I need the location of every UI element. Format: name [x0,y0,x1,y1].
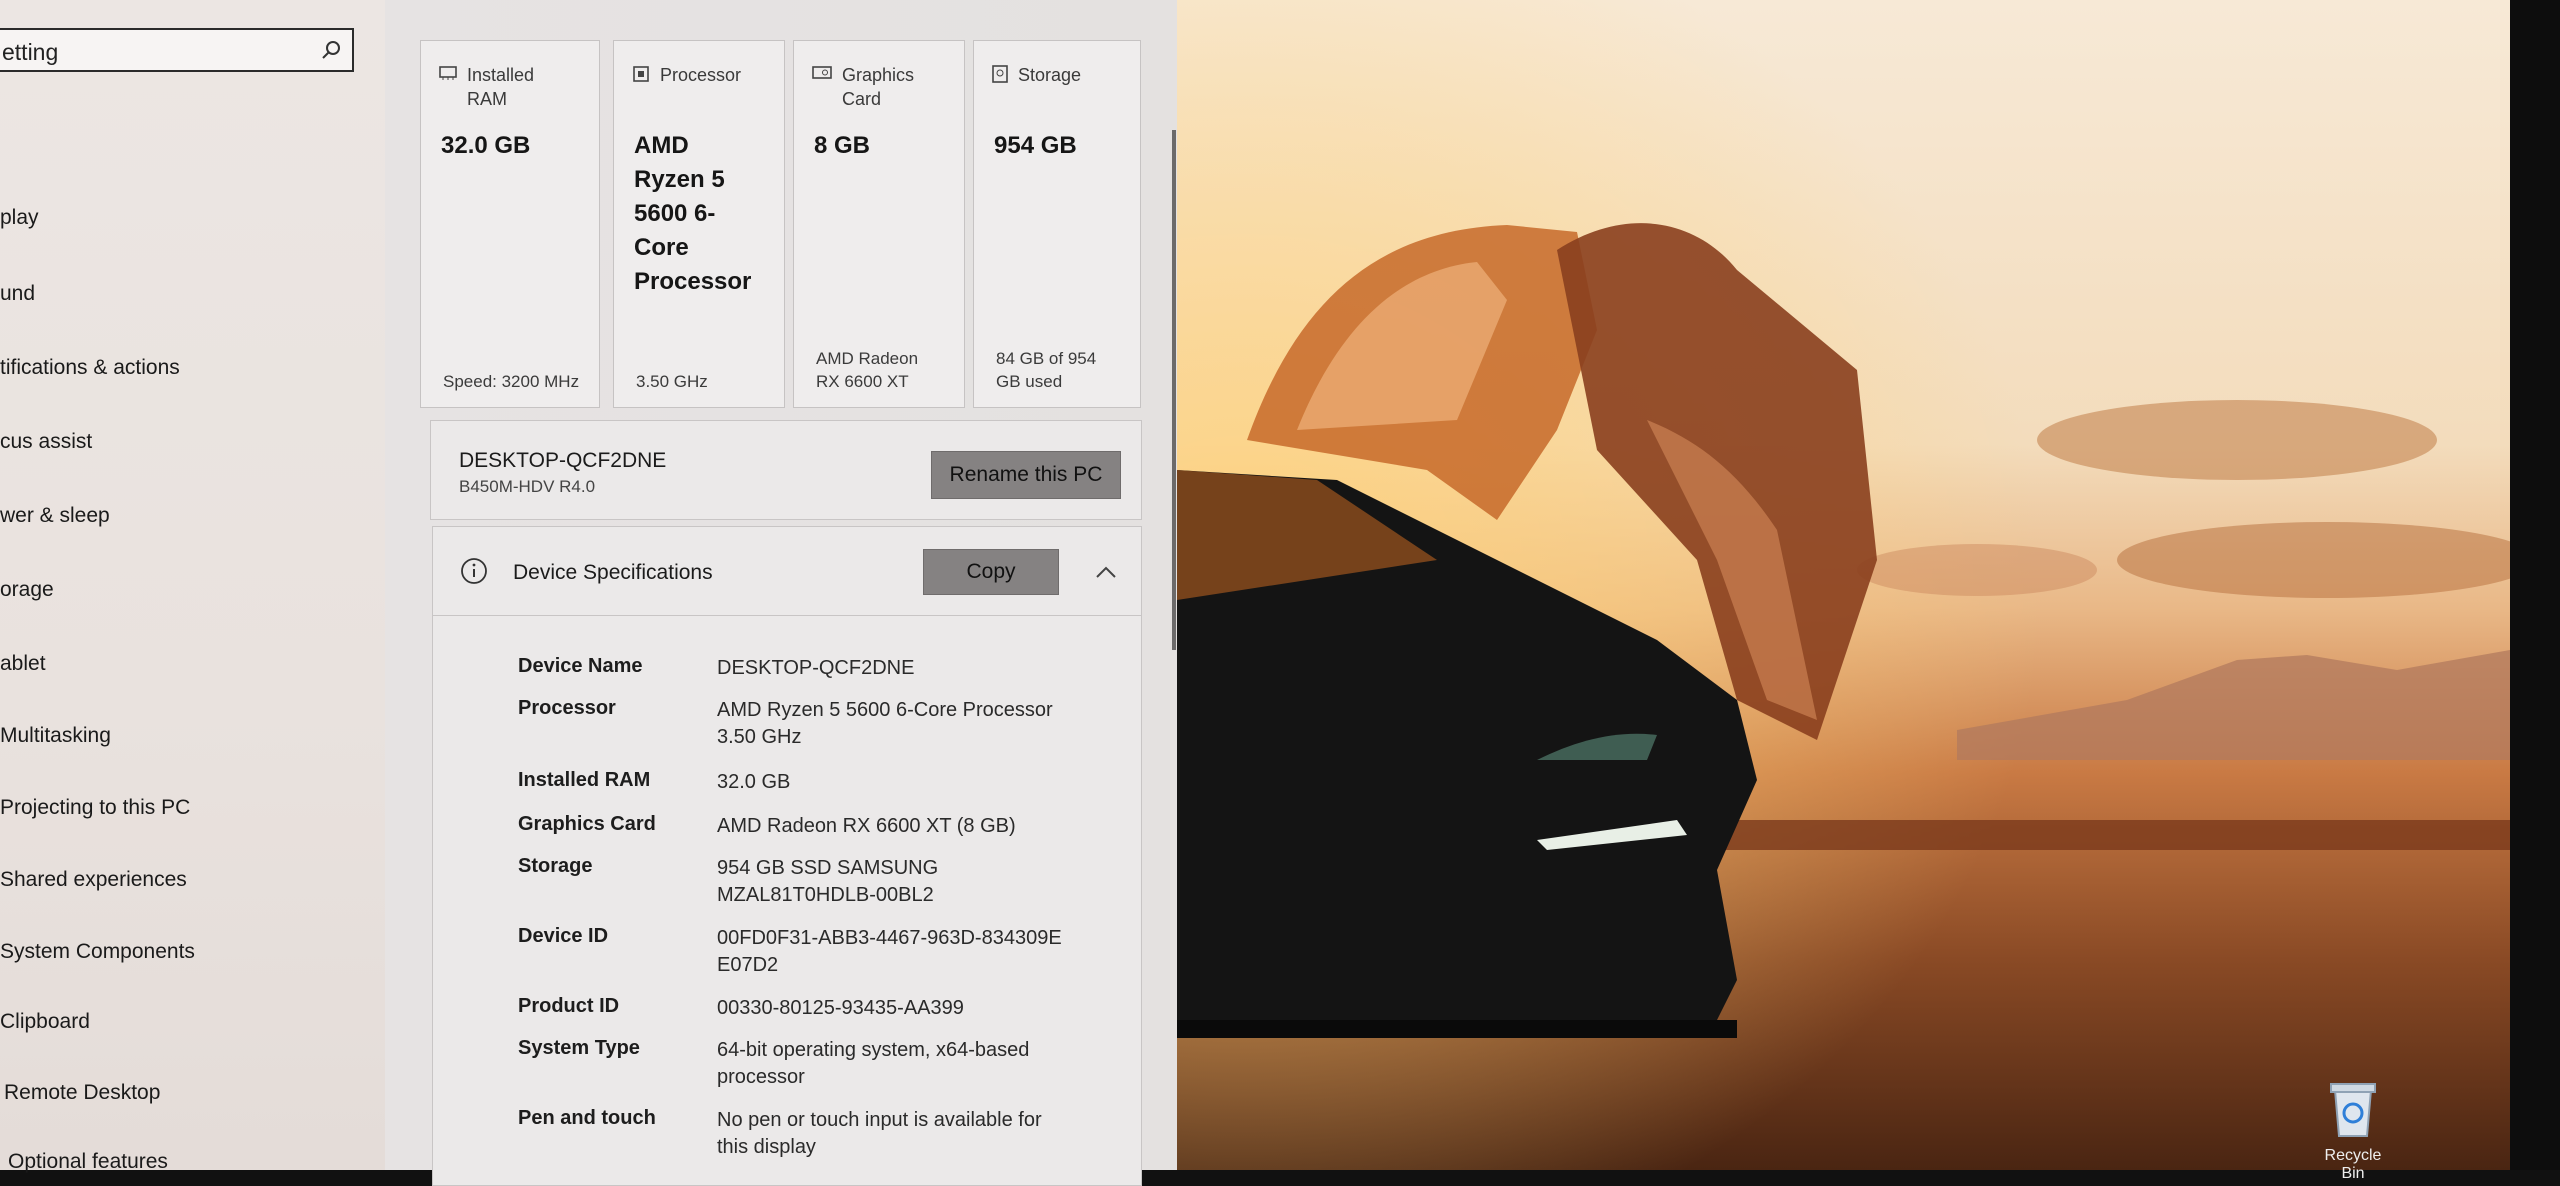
card-value: 954 GB [994,132,1077,159]
card-title: Storage [1018,65,1082,85]
nav-item-storage[interactable]: orage [0,578,54,602]
spec-label: Pen and touch [518,1107,656,1129]
nav-item-projecting[interactable]: Projecting to this PC [0,796,190,820]
pc-model: B450M-HDV R4.0 [459,477,596,496]
nav-item-notifications[interactable]: tifications & actions [0,356,180,380]
card-subtext: AMD Radeon RX 6600 XT [816,349,919,391]
card-title: Installed RAM [467,65,535,109]
spec-label: Processor [518,697,616,719]
recycle-bin-icon [2330,1083,2376,1137]
card-title: Graphics Card [842,65,915,109]
nav-item-display[interactable]: play [0,206,39,230]
copy-button[interactable]: Copy [923,549,1059,595]
device-specifications-header[interactable]: Device Specifications Copy [433,527,1141,616]
spec-value: 00330-80125-93435-AA399 [717,997,964,1019]
card-value: AMD Ryzen 5 5600 6-Core Processor [634,132,752,295]
wallpaper-car-image [1177,0,2510,1170]
graphics-card-icon [812,66,832,79]
desktop-wallpaper [1177,0,2510,1170]
spec-value: AMD Radeon RX 6600 XT (8 GB) [717,815,1016,837]
card-subtext: 3.50 GHz [636,372,708,391]
nav-item-sound[interactable]: und [0,282,35,306]
nav-item-remote-desktop[interactable]: Remote Desktop [4,1081,160,1105]
nav-item-system-components[interactable]: System Components [0,940,195,964]
spec-value: No pen or touch input is available for t… [717,1109,1042,1158]
card-value: 32.0 GB [441,132,531,159]
device-specifications-panel: Device Specifications Copy Device Name D… [432,526,1142,1186]
storage-icon [992,65,1008,83]
recycle-bin-shortcut[interactable]: Recycle Bin [2318,1080,2388,1183]
search-input-value: etting [2,39,59,65]
search-icon[interactable] [320,39,342,61]
card-title: Processor [660,65,742,85]
card-subtext: Speed: 3200 MHz [443,372,580,391]
nav-item-multitasking[interactable]: Multitasking [0,724,111,748]
monitor-bezel [2510,0,2560,1170]
spec-label: Device ID [518,925,609,947]
ram-icon [439,66,457,80]
device-specifications-title: Device Specifications [513,561,713,584]
spec-value: 00FD0F31-ABB3-4467-963D-834309EE07D2 [717,927,1062,976]
processor-card: Processor AMD Ryzen 5 5600 6-Core Proces… [613,40,785,408]
nav-item-clipboard[interactable]: Clipboard [0,1010,90,1034]
content-scrollbar[interactable] [1172,130,1176,650]
nav-item-optional-features[interactable]: Optional features [8,1150,168,1174]
graphics-card-card: Graphics Card 8 GB AMD Radeon RX 6600 XT [793,40,965,408]
spec-label: Installed RAM [518,769,651,791]
search-settings-input[interactable]: etting [0,28,354,72]
processor-icon [633,66,649,82]
card-subtext: 84 GB of 954 GB used [996,349,1097,391]
spec-label: Device Name [518,655,643,677]
spec-label: System Type [518,1037,640,1059]
spec-value: 32.0 GB [717,771,791,793]
card-value: 8 GB [814,132,871,159]
recycle-bin-label: Recycle Bin [2324,1147,2382,1182]
rename-pc-button[interactable]: Rename this PC [931,451,1121,499]
nav-item-power-sleep[interactable]: wer & sleep [0,504,110,528]
installed-ram-card: Installed RAM 32.0 GB Speed: 3200 MHz [420,40,600,408]
pc-name: DESKTOP-QCF2DNE [459,449,667,472]
pc-name-panel: DESKTOP-QCF2DNE B450M-HDV R4.0 Rename th… [430,420,1142,520]
nav-item-shared-experiences[interactable]: Shared experiences [0,868,187,892]
spec-value: AMD Ryzen 5 5600 6-Core Processor 3.50 G… [717,699,1053,748]
chevron-up-icon[interactable] [1095,565,1117,579]
nav-item-tablet[interactable]: ablet [0,652,46,676]
info-icon [461,558,487,584]
nav-item-focus-assist[interactable]: cus assist [0,430,92,454]
spec-value: DESKTOP-QCF2DNE [717,657,915,679]
spec-value: 954 GB SSD SAMSUNG MZAL81T0HDLB-00BL2 [717,857,939,906]
spec-label: Storage [518,855,593,877]
spec-value: 64-bit operating system, x64-based proce… [717,1039,1030,1088]
settings-nav-pane: etting play und tifications & actions cu… [0,0,385,1173]
storage-card: Storage 954 GB 84 GB of 954 GB used [973,40,1141,408]
spec-label: Product ID [518,995,620,1017]
spec-label: Graphics Card [518,813,656,835]
